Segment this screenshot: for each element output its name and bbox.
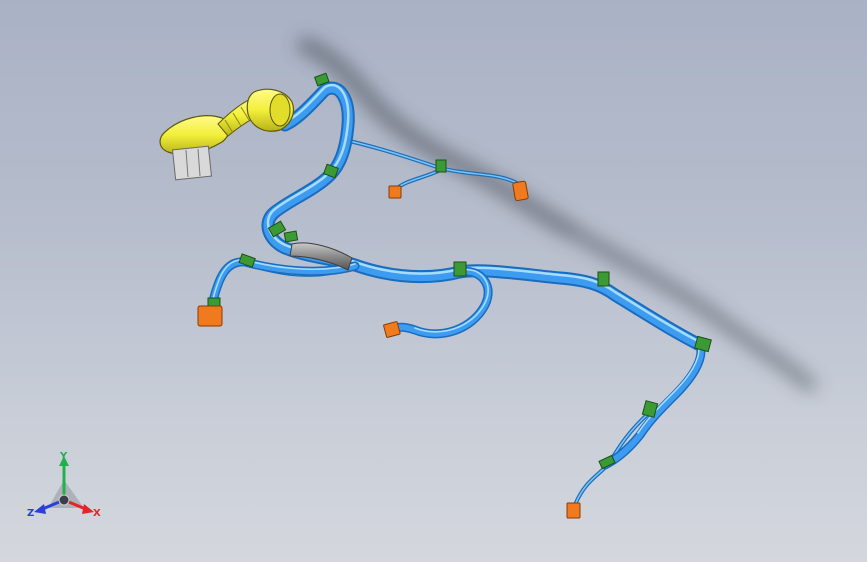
harness-shadow bbox=[297, 37, 816, 391]
3d-model-viewport[interactable]: Y X Z bbox=[0, 0, 867, 562]
protective-sleeve[interactable] bbox=[289, 242, 353, 271]
z-axis-label: Z bbox=[27, 508, 34, 519]
clip bbox=[435, 159, 447, 173]
z-axis-arrow-icon bbox=[34, 504, 46, 514]
clip bbox=[283, 230, 299, 243]
terminal-connector-right-top bbox=[512, 180, 529, 202]
terminal-connector-left bbox=[197, 305, 223, 327]
clip bbox=[598, 454, 616, 470]
terminal-connector-loop bbox=[383, 321, 401, 338]
terminal-connectors[interactable] bbox=[197, 180, 581, 519]
terminal-connector-bottom bbox=[566, 502, 581, 519]
wiring-harness-model[interactable] bbox=[0, 0, 867, 562]
clip bbox=[453, 261, 467, 277]
terminal-connector-small-top bbox=[388, 185, 402, 199]
x-axis-label: X bbox=[93, 508, 101, 519]
main-connector-yellow[interactable] bbox=[159, 88, 295, 181]
y-axis-label: Y bbox=[59, 451, 68, 462]
axis-triad-graphic: Y X Z bbox=[27, 451, 101, 519]
clip bbox=[597, 271, 610, 287]
axis-triad: Y X Z bbox=[26, 450, 106, 522]
